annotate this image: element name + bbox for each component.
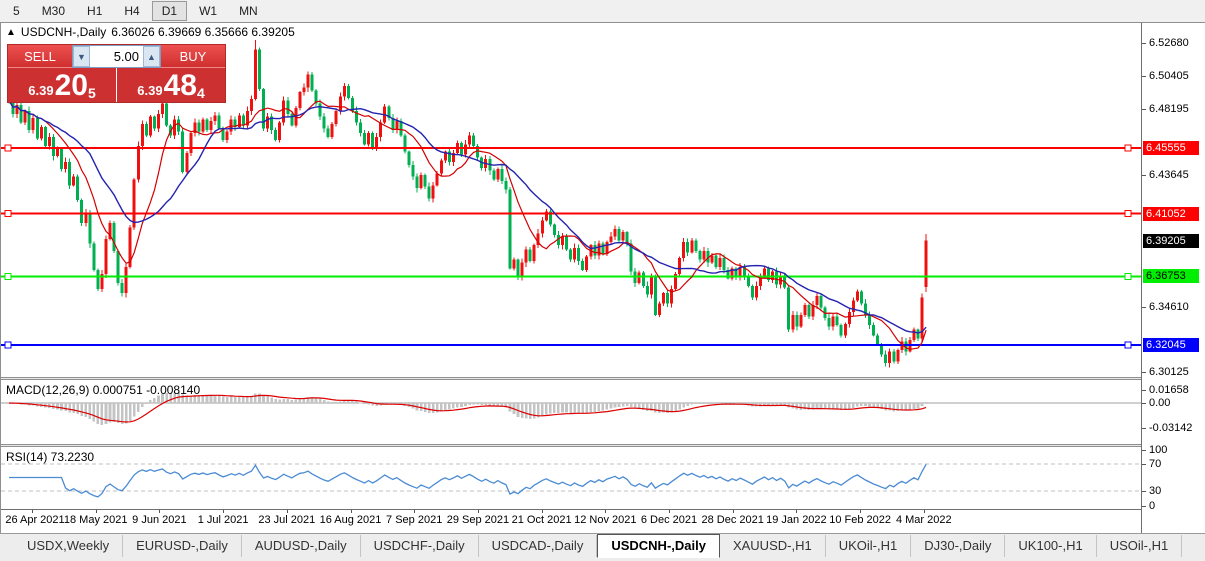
rsi-axis-tick: 0 bbox=[1142, 500, 1155, 512]
timeframe-button-w1[interactable]: W1 bbox=[189, 1, 227, 21]
chart-tab-ukoil[interactable]: UKOil-,H1 bbox=[826, 535, 912, 557]
macd-axis-tick: 0.01658 bbox=[1142, 384, 1189, 396]
chart-tab-dj30[interactable]: DJ30-,Daily bbox=[911, 535, 1006, 557]
chart-symbol-period: USDCNH-,Daily bbox=[20, 25, 107, 39]
chart-tab-audusd[interactable]: AUDUSD-,Daily bbox=[242, 535, 361, 557]
date-axis-tick bbox=[796, 510, 798, 513]
chart-tab-usdcad[interactable]: USDCAD-,Daily bbox=[479, 535, 598, 557]
date-axis-tick bbox=[159, 510, 161, 513]
timeframe-button-h4[interactable]: H4 bbox=[114, 1, 149, 21]
date-axis-label: 6 Dec 2021 bbox=[640, 514, 698, 526]
macd-label: MACD(12,26,9) 0.000751 -0.008140 bbox=[6, 383, 201, 397]
macd-axis-tick: -0.03142 bbox=[1142, 422, 1192, 434]
level-price-badge: 6.32045 bbox=[1143, 338, 1199, 352]
buy-price-pip: 4 bbox=[196, 85, 205, 101]
sell-quote[interactable]: 6.39 20 5 bbox=[8, 68, 117, 102]
macd-pane: MACD(12,26,9) 0.000751 -0.008140 bbox=[1, 380, 1141, 444]
date-axis-label: 23 Jul 2021 bbox=[258, 514, 316, 526]
level-price-badge: 6.36753 bbox=[1143, 269, 1199, 284]
date-axis-label: 1 Jul 2021 bbox=[197, 514, 249, 526]
date-axis-tick bbox=[32, 510, 33, 513]
chart-ohlc-values: 6.36026 6.39669 6.35666 6.39205 bbox=[111, 25, 295, 39]
chart-tab-eurusd[interactable]: EURUSD-,Daily bbox=[123, 535, 242, 557]
volume-increase-button[interactable]: ▲ bbox=[143, 46, 160, 67]
macd-axis-tick: 0.00 bbox=[1142, 397, 1170, 409]
date-axis-tick bbox=[923, 510, 925, 513]
date-axis-tick bbox=[286, 510, 288, 513]
date-axis-label: 9 Jun 2021 bbox=[132, 514, 187, 526]
price-axis-tick: 6.52680 bbox=[1142, 37, 1189, 49]
chart-tab-usoil[interactable]: USOil-,H1 bbox=[1097, 535, 1183, 557]
volume-decrease-button[interactable]: ▼ bbox=[73, 46, 90, 67]
price-axis-tick: 6.50405 bbox=[1142, 70, 1189, 82]
date-axis-label: 18 May 2021 bbox=[63, 514, 128, 526]
timeframe-button-d1[interactable]: D1 bbox=[151, 1, 188, 21]
rsi-axis-tick: 30 bbox=[1142, 485, 1161, 497]
date-axis-label: 16 Aug 2021 bbox=[319, 514, 382, 526]
price-axis[interactable]: 6.52680 6.50405 6.48195 6.43645 6.34610 6.301… bbox=[1141, 23, 1205, 533]
rsi-canvas[interactable] bbox=[1, 447, 1141, 509]
date-axis-label: 4 Mar 2022 bbox=[895, 514, 952, 526]
date-axis[interactable]: 26 Apr 2021 18 May 2021 9 Jun 2021 1 Jul 20… bbox=[1, 509, 1141, 533]
trading-terminal: 5 M30 H1 H4 D1 W1 MN ▲ USDCNH-,Daily 6.36026 6… bbox=[0, 0, 1205, 561]
chart-arrow-icon: ▲ bbox=[6, 26, 16, 38]
date-axis-label: 26 Apr 2021 bbox=[5, 514, 65, 526]
buy-price-big: 48 bbox=[163, 69, 197, 102]
date-axis-label: 7 Sep 2021 bbox=[386, 514, 443, 526]
date-axis-tick bbox=[350, 510, 352, 513]
date-axis-label: 10 Feb 2022 bbox=[829, 514, 891, 526]
date-axis-tick bbox=[541, 510, 543, 513]
chart-tab-usdchf[interactable]: USDCHF-,Daily bbox=[361, 535, 479, 557]
timeframe-button-h1[interactable]: H1 bbox=[77, 1, 112, 21]
sell-price-big: 20 bbox=[54, 69, 88, 102]
date-axis-tick bbox=[732, 510, 734, 513]
volume-input[interactable] bbox=[90, 46, 143, 67]
current-price-badge: 6.39205 bbox=[1143, 233, 1199, 248]
buy-quote[interactable]: 6.39 48 4 bbox=[117, 68, 225, 102]
date-axis-label: 29 Sep 2021 bbox=[446, 514, 510, 526]
price-axis-tick: 6.34610 bbox=[1142, 301, 1189, 313]
sell-price-pip: 5 bbox=[87, 85, 96, 101]
price-axis-tick: 6.48195 bbox=[1142, 103, 1189, 115]
date-axis-tick bbox=[414, 510, 416, 513]
chart-title: ▲ USDCNH-,Daily 6.36026 6.39669 6.35666 … bbox=[6, 25, 295, 39]
level-price-badge: 6.45555 bbox=[1143, 141, 1199, 155]
sell-price-prefix: 6.39 bbox=[28, 83, 54, 98]
date-axis-label: 28 Dec 2021 bbox=[701, 514, 764, 526]
rsi-label: RSI(14) 73.2230 bbox=[6, 450, 95, 464]
timeframe-button-m30[interactable]: M30 bbox=[32, 1, 75, 21]
date-axis-tick bbox=[223, 510, 225, 513]
chart-tab-xauusd[interactable]: XAUUSD-,H1 bbox=[720, 535, 826, 557]
buy-price-prefix: 6.39 bbox=[137, 83, 163, 98]
rsi-axis-tick: 70 bbox=[1142, 458, 1161, 470]
date-axis-tick bbox=[605, 510, 607, 513]
chart-tab-usdcnh[interactable]: USDCNH-,Daily bbox=[597, 534, 720, 558]
date-axis-label: 19 Jan 2022 bbox=[766, 514, 827, 526]
sell-button[interactable]: SELL bbox=[8, 45, 72, 68]
date-axis-tick bbox=[669, 510, 670, 513]
timeframe-button-5[interactable]: 5 bbox=[3, 1, 30, 21]
rsi-axis-tick: 100 bbox=[1142, 444, 1167, 456]
timeframe-toolbar: 5 M30 H1 H4 D1 W1 MN bbox=[0, 0, 1205, 23]
date-axis-tick bbox=[860, 510, 862, 513]
date-axis-label: 21 Oct 2021 bbox=[511, 514, 572, 526]
chart-window: ▲ USDCNH-,Daily 6.36026 6.39669 6.35666 … bbox=[0, 23, 1205, 533]
date-axis-tick bbox=[477, 510, 479, 513]
buy-button[interactable]: BUY bbox=[161, 45, 225, 68]
date-axis-label: 12 Nov 2021 bbox=[574, 514, 637, 526]
price-pane: ▲ USDCNH-,Daily 6.36026 6.39669 6.35666 … bbox=[1, 23, 1141, 377]
price-axis-tick: 6.43645 bbox=[1142, 169, 1189, 181]
chart-tab-bar: USDX,Weekly EURUSD-,Daily AUDUSD-,Daily USD… bbox=[0, 533, 1205, 561]
price-axis-tick: 6.30125 bbox=[1142, 366, 1189, 378]
rsi-pane: RSI(14) 73.2230 bbox=[1, 447, 1141, 509]
level-price-badge: 6.41052 bbox=[1143, 206, 1199, 221]
one-click-trade-panel: SELL ▼ ▲ BUY 6.39 20 5 6.39 bbox=[7, 44, 226, 103]
chart-tab-usdx[interactable]: USDX,Weekly bbox=[14, 535, 124, 557]
date-axis-tick bbox=[95, 510, 97, 513]
chart-tab-uk100[interactable]: UK100-,H1 bbox=[1005, 535, 1097, 557]
timeframe-button-mn[interactable]: MN bbox=[229, 1, 268, 21]
